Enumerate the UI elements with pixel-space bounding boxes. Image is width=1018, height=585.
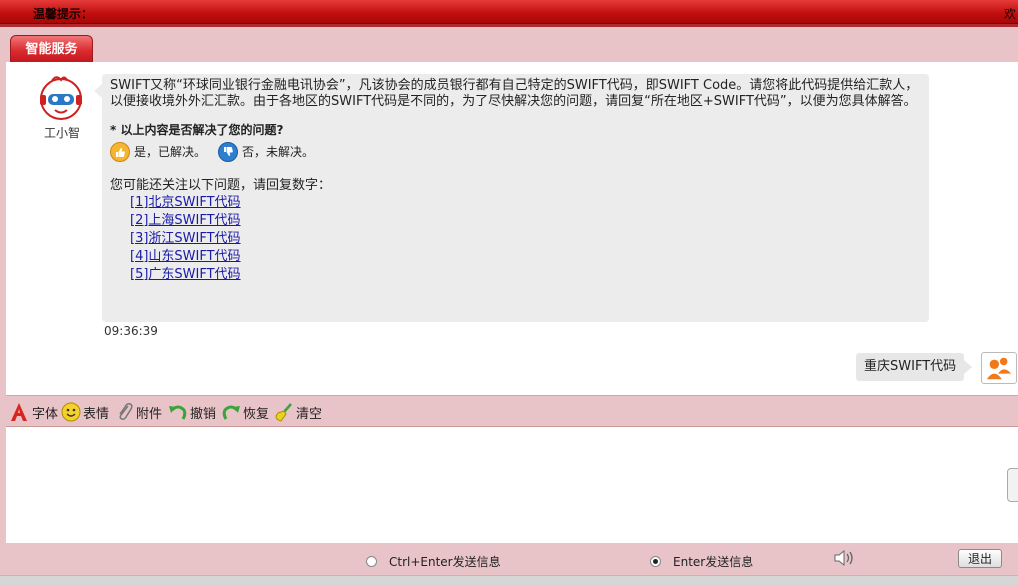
emoji-label: 表情 bbox=[83, 406, 110, 422]
font-icon bbox=[11, 403, 27, 421]
feedback-options: 是，已解决。 否，未解决。 bbox=[110, 142, 921, 164]
enter-radio[interactable] bbox=[650, 556, 661, 567]
chat-history[interactable]: 工小智 SWIFT又称“环球同业银行金融电讯协会”，凡该协会的成员银行都有自己特… bbox=[6, 62, 1018, 395]
feedback-no-label: 否，未解决。 bbox=[242, 145, 315, 159]
notice-label: 温馨提示： bbox=[33, 7, 94, 21]
related-link-shanghai[interactable]: [2]上海SWIFT代码 bbox=[130, 213, 241, 228]
send-options-bar: Ctrl+Enter发送信息 Enter发送信息 退出 bbox=[0, 543, 1018, 575]
font-label: 字体 bbox=[32, 406, 59, 422]
message-input[interactable] bbox=[6, 427, 1018, 543]
notice-bar: 温馨提示： 欢 bbox=[0, 0, 1018, 24]
related-list: [1]北京SWIFT代码 [2]上海SWIFT代码 [3]浙江SWIFT代码 [… bbox=[110, 194, 921, 284]
related-link-beijing[interactable]: [1]北京SWIFT代码 bbox=[130, 195, 241, 210]
message-timestamp: 09:36:39 bbox=[104, 324, 158, 338]
emoji-icon bbox=[61, 402, 81, 422]
related-intro: 您可能还关注以下问题，请回复数字： bbox=[110, 178, 332, 193]
exit-button[interactable]: 退出 bbox=[958, 549, 1002, 568]
list-item: [5]广东SWIFT代码 bbox=[130, 266, 921, 284]
feedback-yes[interactable]: 是，已解决。 bbox=[110, 142, 206, 162]
feedback-question: * 以上内容是否解决了您的问题? bbox=[110, 123, 284, 137]
ctrl-enter-radio[interactable] bbox=[366, 556, 377, 567]
clear-label: 清空 bbox=[296, 406, 323, 422]
clear-button[interactable]: 清空 bbox=[274, 400, 322, 424]
attach-label: 附件 bbox=[136, 406, 163, 422]
enter-label: Enter发送信息 bbox=[673, 555, 754, 569]
bot-message: SWIFT又称“环球同业银行金融电讯协会”，凡该协会的成员银行都有自己特定的SW… bbox=[94, 74, 929, 322]
undo-icon bbox=[169, 405, 187, 420]
robot-avatar-icon bbox=[40, 76, 82, 120]
related-link-zhejiang[interactable]: [3]浙江SWIFT代码 bbox=[130, 231, 241, 246]
feedback-yes-label: 是，已解决。 bbox=[134, 145, 207, 159]
broom-icon bbox=[275, 403, 292, 422]
ctrl-enter-label: Ctrl+Enter发送信息 bbox=[389, 555, 501, 569]
enter-option[interactable]: Enter发送信息 bbox=[650, 553, 753, 570]
thumbs-down-icon bbox=[218, 142, 238, 162]
redo-button[interactable]: 恢复 bbox=[221, 400, 269, 424]
tab-smart-service[interactable]: 智能服务 bbox=[10, 35, 93, 63]
thumbs-up-icon bbox=[110, 142, 130, 162]
undo-label: 撤销 bbox=[190, 406, 217, 422]
side-panel-toggle[interactable] bbox=[1007, 468, 1018, 502]
user-message: 重庆SWIFT代码 bbox=[856, 353, 973, 381]
font-button[interactable]: 字体 bbox=[8, 400, 58, 424]
list-item: [3]浙江SWIFT代码 bbox=[130, 230, 921, 248]
emoji-button[interactable]: 表情 bbox=[61, 400, 109, 424]
related-link-shandong[interactable]: [4]山东SWIFT代码 bbox=[130, 249, 241, 264]
paperclip-icon bbox=[119, 403, 133, 420]
related-link-guangdong[interactable]: [5]广东SWIFT代码 bbox=[130, 267, 241, 282]
redo-icon bbox=[222, 405, 240, 420]
undo-button[interactable]: 撤销 bbox=[168, 400, 216, 424]
list-item: [2]上海SWIFT代码 bbox=[130, 212, 921, 230]
editor-toolbar: 字体 表情 附件 撤销 恢复 清空 bbox=[6, 395, 1018, 427]
tab-strip: 智能服务 bbox=[0, 24, 1018, 63]
speaker-icon[interactable] bbox=[832, 548, 858, 568]
welcome-text: 欢 bbox=[1004, 7, 1017, 21]
bot-name: 工小智 bbox=[44, 126, 81, 140]
footer-strip bbox=[0, 575, 1018, 585]
bot-message-text: SWIFT又称“环球同业银行金融电讯协会”，凡该协会的成员银行都有自己特定的SW… bbox=[110, 78, 919, 109]
attach-button[interactable]: 附件 bbox=[116, 400, 162, 424]
list-item: [1]北京SWIFT代码 bbox=[130, 194, 921, 212]
redo-label: 恢复 bbox=[243, 406, 270, 422]
feedback-no[interactable]: 否，未解决。 bbox=[218, 142, 314, 162]
list-item: [4]山东SWIFT代码 bbox=[130, 248, 921, 266]
ctrl-enter-option[interactable]: Ctrl+Enter发送信息 bbox=[366, 553, 501, 570]
user-avatar-icon bbox=[981, 352, 1017, 384]
